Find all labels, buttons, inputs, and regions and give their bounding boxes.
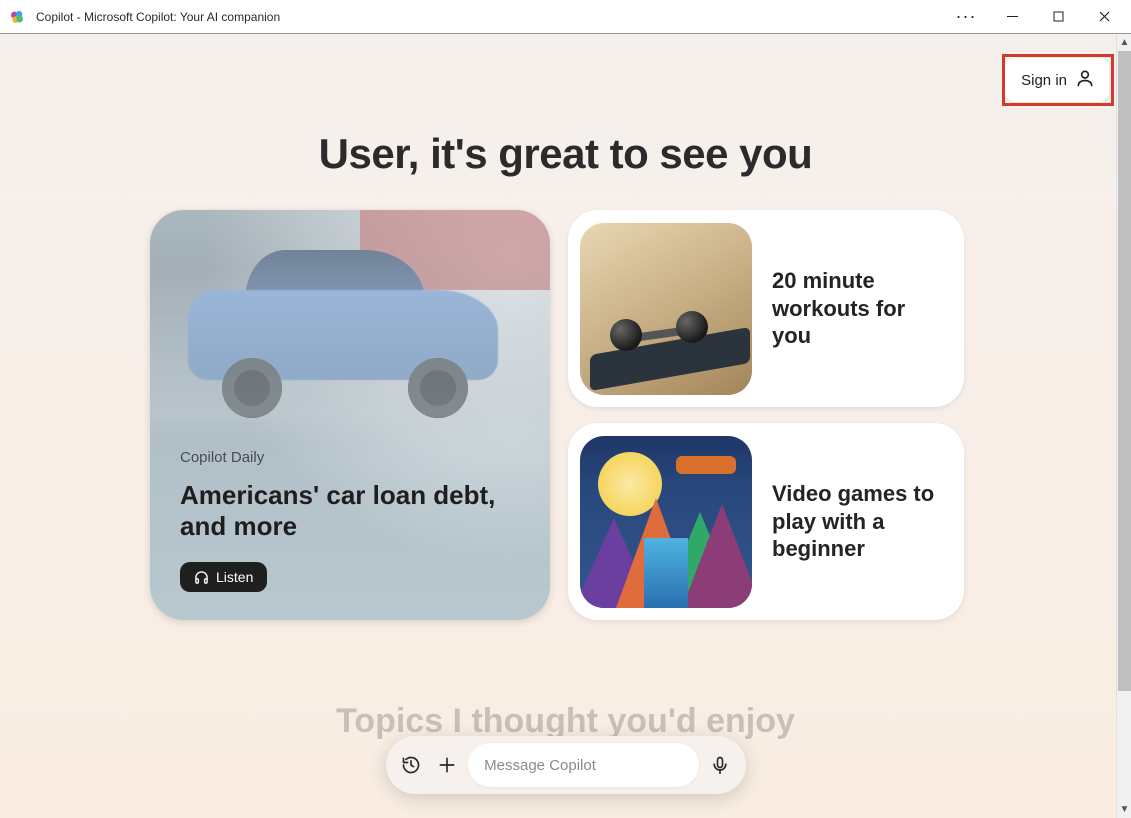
maximize-button[interactable] [1035,1,1081,33]
videogame-thumbnail [580,436,752,608]
listen-button[interactable]: Listen [180,562,267,592]
suggestion-title: Video games to play with a beginner [772,480,946,563]
scroll-up-arrow[interactable]: ▲ [1117,34,1131,51]
content-viewport: Sign in User, it's great to see you [0,34,1131,818]
copilot-daily-card[interactable]: Copilot Daily Americans' car loan debt, … [150,210,550,620]
scrollbar-thumb[interactable] [1118,51,1131,691]
sign-in-label: Sign in [1021,72,1067,89]
suggestion-card-workouts[interactable]: 20 minute workouts for you [568,210,964,407]
workout-thumbnail [580,223,752,395]
minimize-button[interactable] [989,1,1035,33]
add-button[interactable] [432,745,462,785]
suggestion-title: 20 minute workouts for you [772,267,946,350]
history-button[interactable] [396,745,426,785]
close-button[interactable] [1081,1,1127,33]
user-icon [1075,68,1095,92]
headphones-icon [194,570,209,585]
hero-kicker: Copilot Daily [180,449,520,466]
message-input[interactable] [468,743,699,787]
greeting-heading: User, it's great to see you [0,130,1131,178]
window-title: Copilot - Microsoft Copilot: Your AI com… [36,10,280,24]
listen-label: Listen [216,569,253,585]
suggestion-card-video-games[interactable]: Video games to play with a beginner [568,423,964,620]
hero-headline: Americans' car loan debt, and more [180,480,520,542]
voice-input-button[interactable] [705,745,735,785]
copilot-logo-icon [8,8,26,26]
sign-in-button[interactable]: Sign in [1005,58,1109,102]
compose-bar [386,736,746,794]
window-titlebar: Copilot - Microsoft Copilot: Your AI com… [0,0,1131,34]
vertical-scrollbar[interactable]: ▲ ▼ [1116,34,1131,818]
more-options-button[interactable]: ··· [943,1,989,33]
scroll-down-arrow[interactable]: ▼ [1117,801,1131,818]
